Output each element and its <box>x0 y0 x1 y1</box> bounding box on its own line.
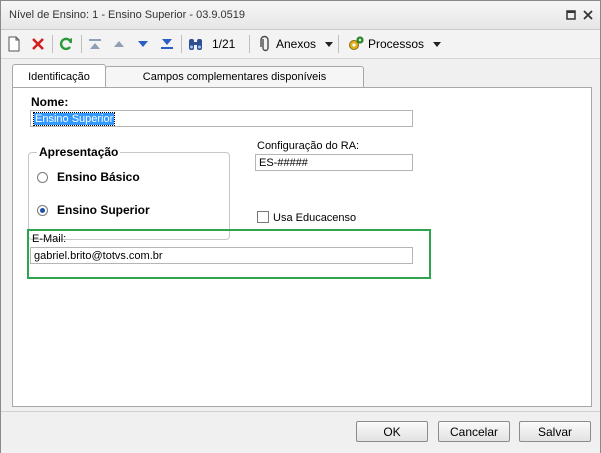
config-ra-input[interactable]: ES-##### <box>255 154 413 171</box>
nome-label: Nome: <box>31 95 69 109</box>
last-record-icon[interactable] <box>159 35 175 53</box>
ensino-basico-label[interactable]: Ensino Básico <box>57 170 140 184</box>
close-window-icon[interactable] <box>581 8 595 22</box>
record-counter: 1/21 <box>212 37 236 51</box>
footer-bar: OK Cancelar Salvar <box>1 411 600 453</box>
save-button[interactable]: Salvar <box>519 421 591 442</box>
chevron-down-icon <box>325 42 334 47</box>
previous-record-icon[interactable] <box>111 35 127 53</box>
usa-educacenso-label[interactable]: Usa Educacenso <box>273 212 356 224</box>
tab-identificacao[interactable]: Identificação <box>12 64 106 88</box>
chevron-down-icon <box>433 42 442 47</box>
ok-button[interactable]: OK <box>356 421 428 442</box>
new-record-icon[interactable] <box>7 35 21 53</box>
title-bar: Nível de Ensino: 1 - Ensino Superior - 0… <box>1 1 600 30</box>
first-record-icon[interactable] <box>87 35 103 53</box>
email-input[interactable]: gabriel.brito@totvs.com.br <box>30 247 413 264</box>
processos-menu[interactable]: Processos <box>347 35 444 53</box>
processos-label: Processos <box>368 37 425 51</box>
paperclip-icon <box>260 35 269 52</box>
dialog-window: Nível de Ensino: 1 - Ensino Superior - 0… <box>0 0 601 453</box>
ensino-superior-radio[interactable] <box>37 205 48 216</box>
email-label: E-Mail: <box>32 233 67 245</box>
cancel-button[interactable]: Cancelar <box>438 421 510 442</box>
tab-bar: Identificação Campos complementares disp… <box>1 64 600 88</box>
next-record-icon[interactable] <box>135 35 151 53</box>
nome-input[interactable]: Ensino Superior <box>30 110 413 127</box>
ensino-basico-radio[interactable] <box>37 172 48 183</box>
anexos-menu[interactable]: Anexos <box>257 35 336 53</box>
tab-campos-complementares[interactable]: Campos complementares disponíveis <box>105 66 364 87</box>
config-ra-label: Configuração do RA: <box>257 140 360 152</box>
ensino-superior-label[interactable]: Ensino Superior <box>57 203 150 217</box>
binoculars-icon[interactable] <box>187 35 204 53</box>
window-title: Nível de Ensino: 1 - Ensino Superior - 0… <box>9 9 246 21</box>
delete-icon[interactable] <box>30 35 46 53</box>
toolbar: 1/21 Anexos Processos <box>1 30 600 59</box>
apresentacao-title: Apresentação <box>37 145 121 159</box>
identificacao-panel: Nome: Ensino Superior Apresentação Ensin… <box>12 87 592 407</box>
refresh-icon[interactable] <box>58 35 74 53</box>
usa-educacenso-checkbox[interactable] <box>257 211 269 223</box>
nome-value: Ensino Superior <box>32 112 116 126</box>
apresentacao-group: Apresentação Ensino Básico Ensino Superi… <box>28 145 230 240</box>
restore-icon[interactable] <box>564 8 578 22</box>
gears-icon <box>349 36 364 50</box>
anexos-label: Anexos <box>276 37 317 51</box>
